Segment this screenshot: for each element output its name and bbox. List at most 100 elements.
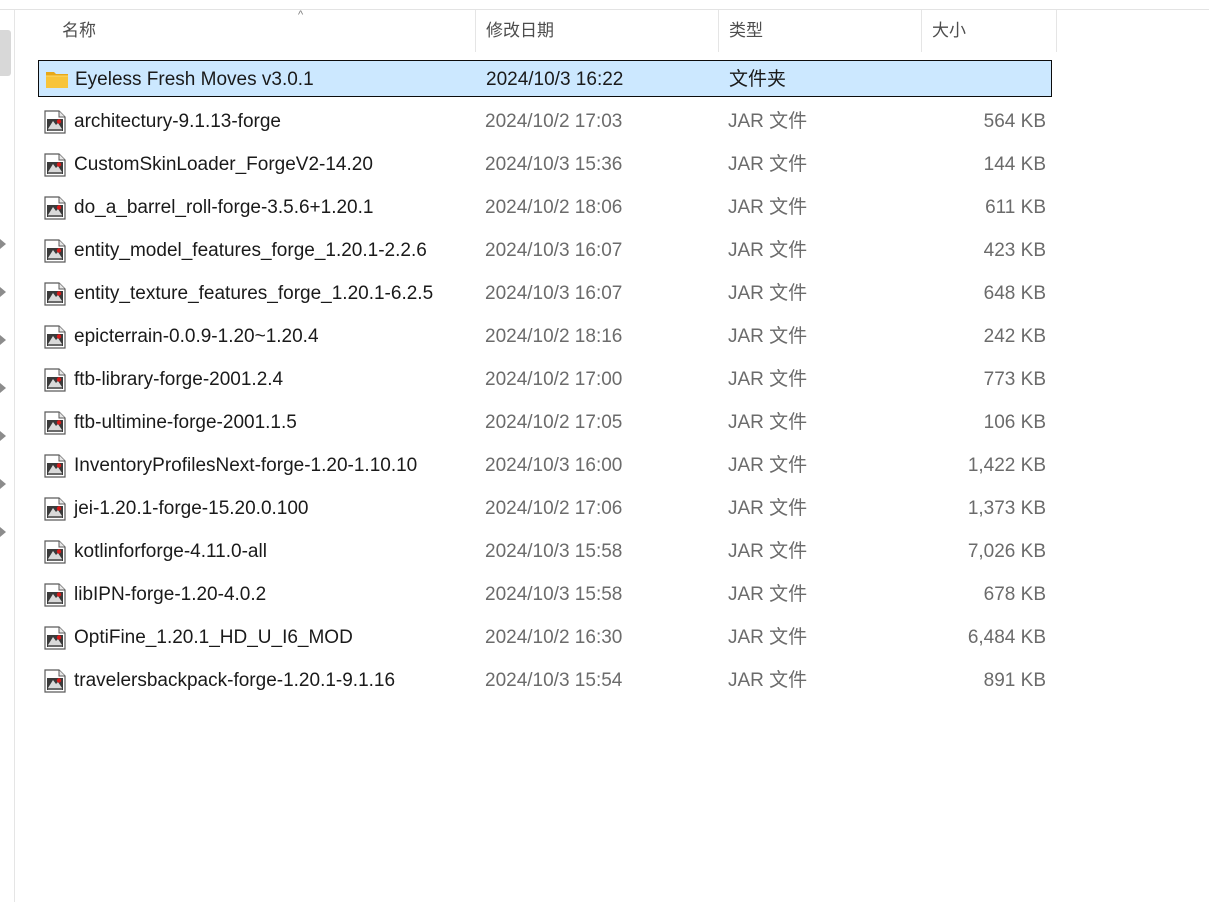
- file-type: JAR 文件: [728, 412, 808, 433]
- expand-arrow-icon[interactable]: [0, 479, 6, 489]
- file-size: 144 KB: [983, 154, 1046, 175]
- file-row[interactable]: epicterrain-0.0.9-1.20~1.20.4 2024/10/2 1…: [38, 318, 1052, 361]
- file-size: 611 KB: [985, 197, 1046, 218]
- file-modified-date: 2024/10/2 17:05: [485, 412, 623, 433]
- jar-file-icon: [44, 282, 66, 306]
- file-row[interactable]: ftb-library-forge-2001.2.4 2024/10/2 17:0…: [38, 361, 1052, 404]
- file-type: JAR 文件: [728, 455, 808, 476]
- file-name: ftb-library-forge-2001.2.4: [74, 369, 284, 390]
- file-size: 678 KB: [983, 584, 1046, 605]
- column-header-size[interactable]: 大小: [922, 10, 1057, 52]
- file-name: libIPN-forge-1.20-4.0.2: [74, 584, 267, 605]
- file-type: JAR 文件: [728, 584, 808, 605]
- file-size: 7,026 KB: [967, 541, 1046, 562]
- file-name: epicterrain-0.0.9-1.20~1.20.4: [74, 326, 319, 347]
- column-header-date[interactable]: 修改日期: [476, 10, 719, 52]
- file-explorer-window: 名称 ^ 修改日期 类型 大小 Eyeless Fresh Moves v3.0…: [0, 0, 1209, 902]
- file-modified-date: 2024/10/3 15:58: [485, 541, 623, 562]
- column-header-size-label: 大小: [932, 21, 966, 40]
- file-row[interactable]: entity_model_features_forge_1.20.1-2.2.6…: [38, 232, 1052, 275]
- file-size: 6,484 KB: [967, 627, 1046, 648]
- file-modified-date: 2024/10/2 18:06: [485, 197, 623, 218]
- file-name: travelersbackpack-forge-1.20.1-9.1.16: [74, 670, 396, 691]
- file-row[interactable]: architectury-9.1.13-forge 2024/10/2 17:03…: [38, 103, 1052, 146]
- file-size: 423 KB: [983, 240, 1046, 261]
- file-type: JAR 文件: [728, 283, 808, 304]
- jar-file-icon: [44, 454, 66, 478]
- column-header-name-label: 名称: [62, 21, 96, 40]
- navigation-pane[interactable]: [0, 10, 15, 902]
- file-type: JAR 文件: [728, 627, 808, 648]
- jar-file-icon: [44, 626, 66, 650]
- file-type: JAR 文件: [728, 111, 808, 132]
- expand-arrow-icon[interactable]: [0, 527, 6, 537]
- file-modified-date: 2024/10/3 16:22: [486, 69, 624, 90]
- file-modified-date: 2024/10/3 16:07: [485, 240, 623, 261]
- file-size: 564 KB: [983, 111, 1046, 132]
- file-name: ftb-ultimine-forge-2001.1.5: [74, 412, 297, 433]
- jar-file-icon: [44, 368, 66, 392]
- file-list: Eyeless Fresh Moves v3.0.1 2024/10/3 16:2…: [38, 60, 1052, 705]
- column-header-type-label: 类型: [729, 21, 763, 40]
- file-type: JAR 文件: [728, 670, 808, 691]
- jar-file-icon: [44, 497, 66, 521]
- file-modified-date: 2024/10/2 16:30: [485, 627, 623, 648]
- folder-icon: [46, 72, 68, 88]
- expand-arrow-icon[interactable]: [0, 287, 6, 297]
- file-row[interactable]: jei-1.20.1-forge-15.20.0.100 2024/10/2 17…: [38, 490, 1052, 533]
- jar-file-icon: [44, 110, 66, 134]
- expand-arrow-icon[interactable]: [0, 383, 6, 393]
- file-name: architectury-9.1.13-forge: [74, 111, 281, 132]
- column-header-date-label: 修改日期: [486, 21, 554, 40]
- file-modified-date: 2024/10/2 17:06: [485, 498, 623, 519]
- file-row[interactable]: OptiFine_1.20.1_HD_U_I6_MOD 2024/10/2 16:…: [38, 619, 1052, 662]
- file-row[interactable]: CustomSkinLoader_ForgeV2-14.20 2024/10/3 …: [38, 146, 1052, 189]
- expand-arrow-icon[interactable]: [0, 335, 6, 345]
- column-header-name[interactable]: 名称 ^: [52, 9, 476, 52]
- file-type: JAR 文件: [728, 326, 808, 347]
- file-name: entity_model_features_forge_1.20.1-2.2.6: [74, 240, 427, 261]
- file-modified-date: 2024/10/3 15:36: [485, 154, 623, 175]
- file-name: Eyeless Fresh Moves v3.0.1: [75, 69, 314, 90]
- jar-file-icon: [44, 583, 66, 607]
- jar-file-icon: [44, 540, 66, 564]
- sort-ascending-icon: ^: [298, 9, 304, 21]
- file-name: do_a_barrel_roll-forge-3.5.6+1.20.1: [74, 197, 374, 218]
- file-modified-date: 2024/10/3 16:00: [485, 455, 623, 476]
- file-name: jei-1.20.1-forge-15.20.0.100: [74, 498, 309, 519]
- file-row[interactable]: kotlinforforge-4.11.0-all 2024/10/3 15:58…: [38, 533, 1052, 576]
- file-type: JAR 文件: [728, 154, 808, 175]
- file-size: 891 KB: [983, 670, 1046, 691]
- expand-arrow-icon[interactable]: [0, 239, 6, 249]
- file-row[interactable]: ftb-ultimine-forge-2001.1.5 2024/10/2 17:…: [38, 404, 1052, 447]
- file-row[interactable]: travelersbackpack-forge-1.20.1-9.1.16 202…: [38, 662, 1052, 705]
- file-modified-date: 2024/10/3 16:07: [485, 283, 623, 304]
- file-size: 242 KB: [983, 326, 1046, 347]
- file-type: JAR 文件: [728, 240, 808, 261]
- jar-file-icon: [44, 669, 66, 693]
- column-header-type[interactable]: 类型: [719, 10, 922, 52]
- file-row[interactable]: entity_texture_features_forge_1.20.1-6.2…: [38, 275, 1052, 318]
- file-name: InventoryProfilesNext-forge-1.20-1.10.10: [74, 455, 418, 476]
- file-type: 文件夹: [729, 69, 787, 90]
- jar-file-icon: [44, 325, 66, 349]
- jar-file-icon: [44, 239, 66, 263]
- file-name: entity_texture_features_forge_1.20.1-6.2…: [74, 283, 434, 304]
- file-modified-date: 2024/10/2 17:03: [485, 111, 623, 132]
- file-size: 648 KB: [983, 283, 1046, 304]
- file-name: kotlinforforge-4.11.0-all: [74, 541, 267, 562]
- file-type: JAR 文件: [728, 498, 808, 519]
- file-name: OptiFine_1.20.1_HD_U_I6_MOD: [74, 627, 353, 648]
- file-row[interactable]: InventoryProfilesNext-forge-1.20-1.10.10…: [38, 447, 1052, 490]
- jar-file-icon: [44, 411, 66, 435]
- jar-file-icon: [44, 153, 66, 177]
- file-size: 106 KB: [983, 412, 1046, 433]
- file-row[interactable]: Eyeless Fresh Moves v3.0.1 2024/10/3 16:2…: [38, 60, 1052, 97]
- file-modified-date: 2024/10/3 15:54: [485, 670, 623, 691]
- file-type: JAR 文件: [728, 541, 808, 562]
- file-modified-date: 2024/10/2 18:16: [485, 326, 623, 347]
- navigation-scrollbar-thumb[interactable]: [0, 30, 11, 76]
- file-row[interactable]: libIPN-forge-1.20-4.0.2 2024/10/3 15:58 JA…: [38, 576, 1052, 619]
- file-row[interactable]: do_a_barrel_roll-forge-3.5.6+1.20.1 2024/…: [38, 189, 1052, 232]
- expand-arrow-icon[interactable]: [0, 431, 6, 441]
